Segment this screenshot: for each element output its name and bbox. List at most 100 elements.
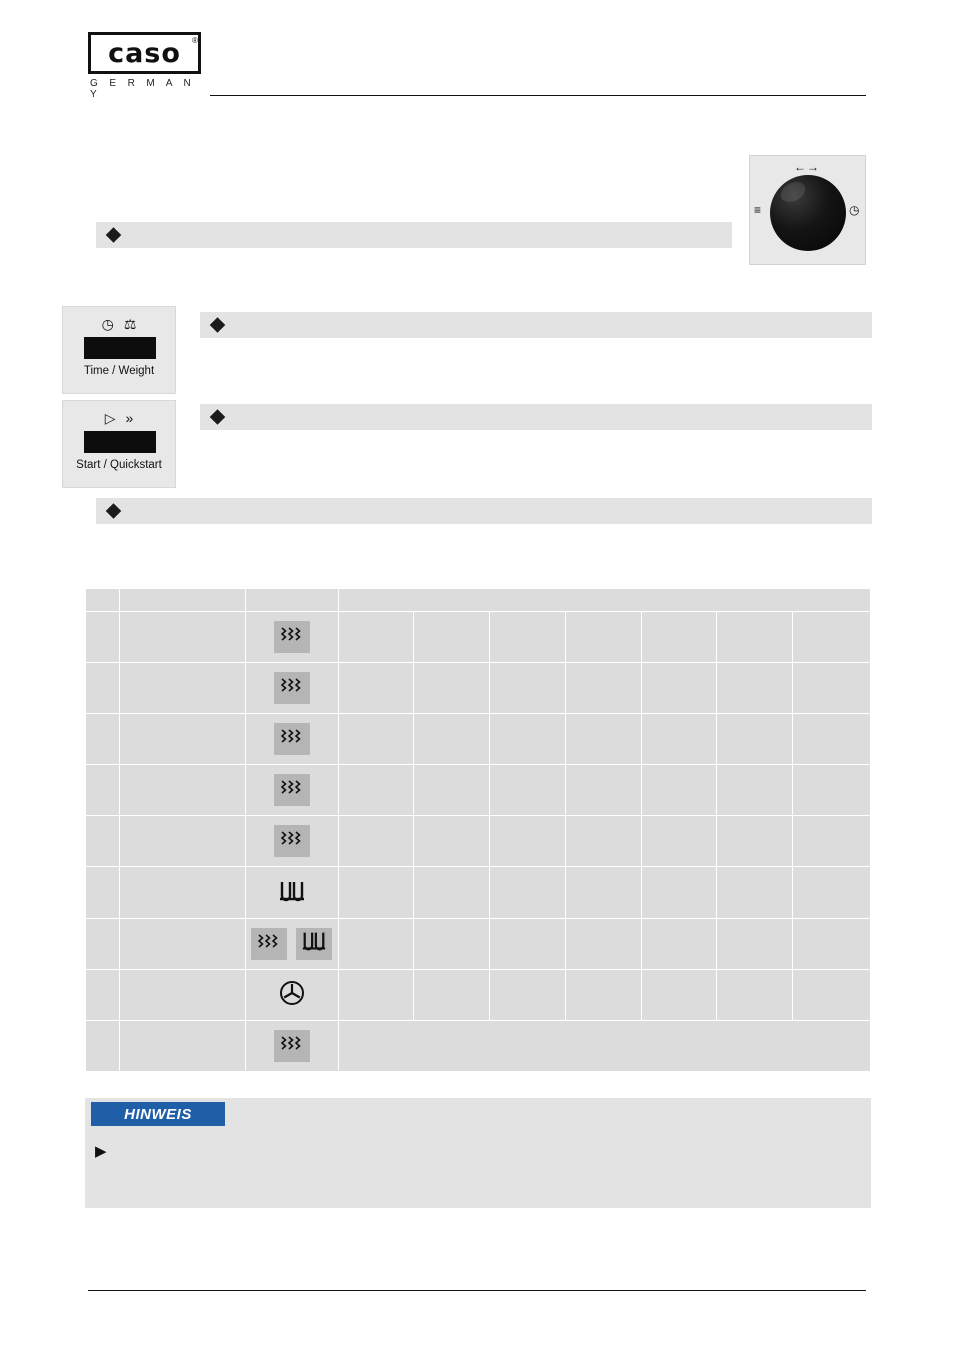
th-mode [244,588,339,612]
cell-value [716,662,794,714]
cell-value [413,815,491,867]
cell-value [716,866,794,919]
cell-name [118,713,246,765]
cell-value [716,815,794,867]
cell-mode-icons [244,969,339,1021]
cell-value [489,764,566,816]
cell-no [85,611,120,663]
program-table [85,588,872,1072]
logo-wordmark: caso [88,32,201,74]
cell-value [640,611,718,663]
cell-mode-icons [244,815,339,867]
table-row [85,815,871,867]
cell-mode-icons [244,662,339,714]
cell-value [489,662,566,714]
cell-value [337,662,415,714]
key-button-face[interactable] [84,431,156,453]
cell-mode-icons [244,713,339,765]
th-values [337,588,872,612]
diamond-bullet-icon [209,317,226,333]
cell-name [118,918,246,970]
footer-divider [88,1290,866,1291]
diamond-bullet-icon [209,409,226,425]
cell-value [564,866,642,919]
note-bar-start-quickstart [200,404,872,430]
microwave-wave-icon [273,1030,310,1062]
th-name [118,588,246,612]
table-row [85,662,871,714]
rotary-knob[interactable] [770,175,846,251]
cell-name [118,611,246,663]
cell-value [413,611,491,663]
caso-logo: caso ® G E R M A N Y [88,32,201,100]
page-header: caso ® G E R M A N Y [0,0,954,110]
cell-value [716,918,794,970]
cell-name [118,969,246,1021]
key-icon-row: ◷ ⚖ [63,315,175,333]
cell-value [640,662,718,714]
cell-value [716,713,794,765]
grill-icon [274,877,310,909]
logo-subtitle: G E R M A N Y [90,78,196,100]
knob-menu-icon: ≡ [754,203,762,217]
cell-value [337,969,415,1021]
cell-name [118,815,246,867]
cell-value [489,866,566,919]
cell-name [118,662,246,714]
weight-icon: ⚖ [123,315,137,332]
cell-value [337,611,415,663]
table-row [85,764,871,816]
cell-value [792,713,871,765]
cell-value [792,969,871,1021]
cell-value [337,764,415,816]
cell-no [85,764,120,816]
microwave-wave-icon [273,774,310,806]
table-row [85,969,871,1021]
key-caption: Start / Quickstart [76,459,162,471]
cell-value [489,815,566,867]
cell-no [85,1020,120,1072]
cell-value [564,969,642,1021]
table-row [85,918,871,970]
cell-no [85,969,120,1021]
note-bar-programs [96,498,872,524]
hinweis-label: HINWEIS [91,1102,225,1126]
defrost-icon [274,979,310,1011]
microwave-wave-icon [273,672,310,704]
key-button-face[interactable] [84,337,156,359]
cell-value [564,815,642,867]
rotary-knob-panel: ←→ ≡ ◷ [749,155,866,265]
arrow-right-icon: ▶ [95,1143,107,1160]
logo-registered-mark: ® [192,36,198,45]
table-header-row [85,588,872,612]
cell-value [413,764,491,816]
cell-value [337,866,415,919]
cell-name [118,866,246,919]
key-start-quickstart[interactable]: ▷ » Start / Quickstart [62,400,176,488]
key-time-weight[interactable]: ◷ ⚖ Time / Weight [62,306,176,394]
cell-value [337,815,415,867]
cell-value [489,918,566,970]
cell-no [85,866,120,919]
microwave-wave-icon [273,723,310,755]
cell-value [716,764,794,816]
cell-value [640,815,718,867]
table-row [85,713,871,765]
table-row [85,866,871,919]
cell-value [413,866,491,919]
fast-forward-icon: » [125,410,134,426]
cell-value-wide [337,1020,872,1072]
cell-value [640,866,718,919]
cell-value [792,611,871,663]
cell-mode-icons [244,1020,339,1072]
microwave-wave-icon [251,928,288,960]
cell-value [564,611,642,663]
hinweis-note-box: HINWEIS ▶ [85,1098,871,1208]
cell-value [413,918,491,970]
cell-value [716,969,794,1021]
header-divider [210,95,866,96]
cell-value [792,918,871,970]
microwave-wave-icon [273,825,310,857]
cell-value [413,713,491,765]
cell-mode-icons [244,866,339,919]
